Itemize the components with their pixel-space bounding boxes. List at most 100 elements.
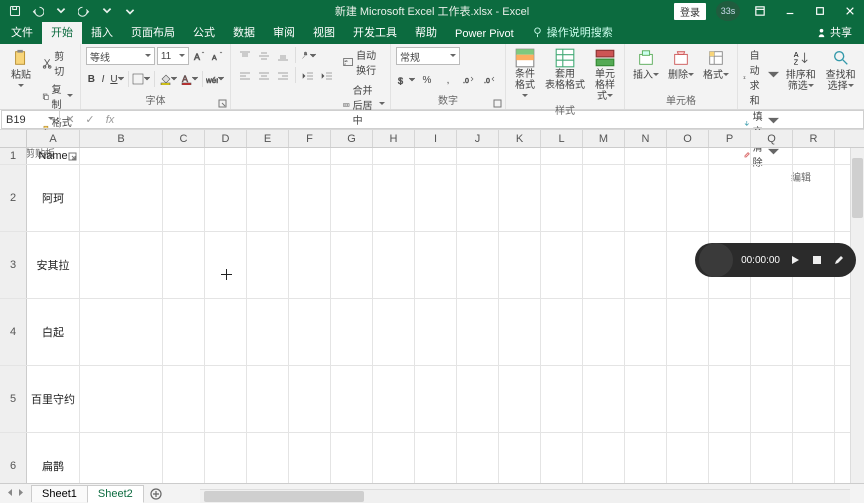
font-color-button[interactable]: A (179, 70, 199, 88)
cell-A3[interactable]: 安其拉 (27, 232, 80, 298)
column-header-H[interactable]: H (373, 130, 415, 147)
format-as-table-button[interactable]: 套用 表格格式 (542, 47, 588, 91)
column-header-B[interactable]: B (80, 130, 163, 147)
cell-H2[interactable] (373, 165, 415, 231)
row-header-6[interactable]: 6 (0, 433, 27, 483)
cell-R4[interactable] (793, 299, 835, 365)
cell-I2[interactable] (415, 165, 457, 231)
cell-C2[interactable] (163, 165, 205, 231)
delete-cells-button[interactable]: 删除 (665, 47, 697, 81)
cell-I4[interactable] (415, 299, 457, 365)
cell-O6[interactable] (667, 433, 709, 483)
number-launcher[interactable] (493, 99, 502, 108)
border-button[interactable] (131, 70, 151, 88)
tab-insert[interactable]: 插入 (82, 21, 122, 44)
phonetic-button[interactable]: wén (205, 70, 225, 88)
cell-Q4[interactable] (751, 299, 793, 365)
redo-button[interactable] (73, 2, 95, 20)
recorder-stop-button[interactable] (810, 253, 824, 267)
cell-styles-button[interactable]: 单元格样式 (591, 47, 619, 102)
select-all-corner[interactable] (0, 130, 27, 147)
enter-fx-button[interactable]: ✓ (80, 113, 100, 126)
cell-D2[interactable] (205, 165, 247, 231)
cell-J3[interactable] (457, 232, 499, 298)
cell-B6[interactable] (80, 433, 163, 483)
cell-F2[interactable] (289, 165, 331, 231)
cell-B5[interactable] (80, 366, 163, 432)
cell-L6[interactable] (541, 433, 583, 483)
sheet-tab-1[interactable]: Sheet1 (31, 485, 88, 502)
cell-E1[interactable] (247, 148, 289, 164)
cell-N1[interactable] (625, 148, 667, 164)
cell-O4[interactable] (667, 299, 709, 365)
cell-G4[interactable] (331, 299, 373, 365)
tab-home[interactable]: 开始 (42, 21, 82, 44)
cell-I6[interactable] (415, 433, 457, 483)
decrease-font-button[interactable]: A (209, 47, 225, 65)
ribbon-options-button[interactable] (746, 0, 774, 22)
cell-D1[interactable] (205, 148, 247, 164)
cell-F6[interactable] (289, 433, 331, 483)
cell-I5[interactable] (415, 366, 457, 432)
cell-P4[interactable] (709, 299, 751, 365)
tab-file[interactable]: 文件 (2, 21, 42, 44)
column-header-C[interactable]: C (163, 130, 205, 147)
cell-R6[interactable] (793, 433, 835, 483)
column-header-O[interactable]: O (667, 130, 709, 147)
share-button[interactable]: 共享 (804, 21, 864, 44)
maximize-button[interactable] (806, 0, 834, 22)
align-top-button[interactable] (236, 47, 254, 65)
cell-R5[interactable] (793, 366, 835, 432)
cell-A4[interactable]: 白起 (27, 299, 80, 365)
cell-M6[interactable] (583, 433, 625, 483)
underline-button[interactable]: U (109, 70, 124, 88)
cell-I1[interactable] (415, 148, 457, 164)
cell-O2[interactable] (667, 165, 709, 231)
cell-N4[interactable] (625, 299, 667, 365)
column-header-A[interactable]: A (27, 130, 80, 147)
font-face-combo[interactable]: 等线 (86, 47, 155, 65)
tab-powerpivot[interactable]: Power Pivot (446, 25, 523, 44)
cell-P1[interactable] (709, 148, 751, 164)
vscroll-thumb[interactable] (852, 158, 863, 218)
column-header-N[interactable]: N (625, 130, 667, 147)
increase-decimal-button[interactable]: .0 (459, 71, 479, 89)
cell-D4[interactable] (205, 299, 247, 365)
tab-view[interactable]: 视图 (304, 21, 344, 44)
tab-review[interactable]: 审阅 (264, 21, 304, 44)
screen-recorder-overlay[interactable]: 00:00:00 (695, 243, 856, 277)
undo-button[interactable] (27, 2, 49, 20)
cell-C1[interactable] (163, 148, 205, 164)
cell-P2[interactable] (709, 165, 751, 231)
cell-J2[interactable] (457, 165, 499, 231)
cell-A2[interactable]: 阿珂 (27, 165, 80, 231)
add-sheet-button[interactable] (147, 485, 165, 503)
cell-B4[interactable] (80, 299, 163, 365)
tab-developer[interactable]: 开发工具 (344, 21, 406, 44)
cell-A5[interactable]: 百里守约 (27, 366, 80, 432)
cell-L5[interactable] (541, 366, 583, 432)
autosum-button[interactable]: Σ自动求和 (743, 47, 779, 107)
decrease-indent-button[interactable] (299, 67, 317, 85)
hscroll-thumb[interactable] (204, 491, 364, 502)
cell-O1[interactable] (667, 148, 709, 164)
cell-H1[interactable] (373, 148, 415, 164)
cell-J6[interactable] (457, 433, 499, 483)
tab-pagelayout[interactable]: 页面布局 (122, 21, 184, 44)
increase-indent-button[interactable] (318, 67, 336, 85)
cell-F4[interactable] (289, 299, 331, 365)
decrease-decimal-button[interactable]: .0 (480, 71, 500, 89)
tell-me[interactable]: 操作说明搜索 (523, 21, 622, 44)
recorder-edit-button[interactable] (832, 253, 846, 267)
column-header-L[interactable]: L (541, 130, 583, 147)
cell-K3[interactable] (499, 232, 541, 298)
column-header-I[interactable]: I (415, 130, 457, 147)
cell-F1[interactable] (289, 148, 331, 164)
cell-G6[interactable] (331, 433, 373, 483)
cell-M1[interactable] (583, 148, 625, 164)
cell-C6[interactable] (163, 433, 205, 483)
column-header-M[interactable]: M (583, 130, 625, 147)
accounting-format-button[interactable]: $ (396, 71, 416, 89)
recorder-handle[interactable] (699, 243, 733, 277)
wrap-text-button[interactable]: abc自动换行 (343, 47, 385, 77)
